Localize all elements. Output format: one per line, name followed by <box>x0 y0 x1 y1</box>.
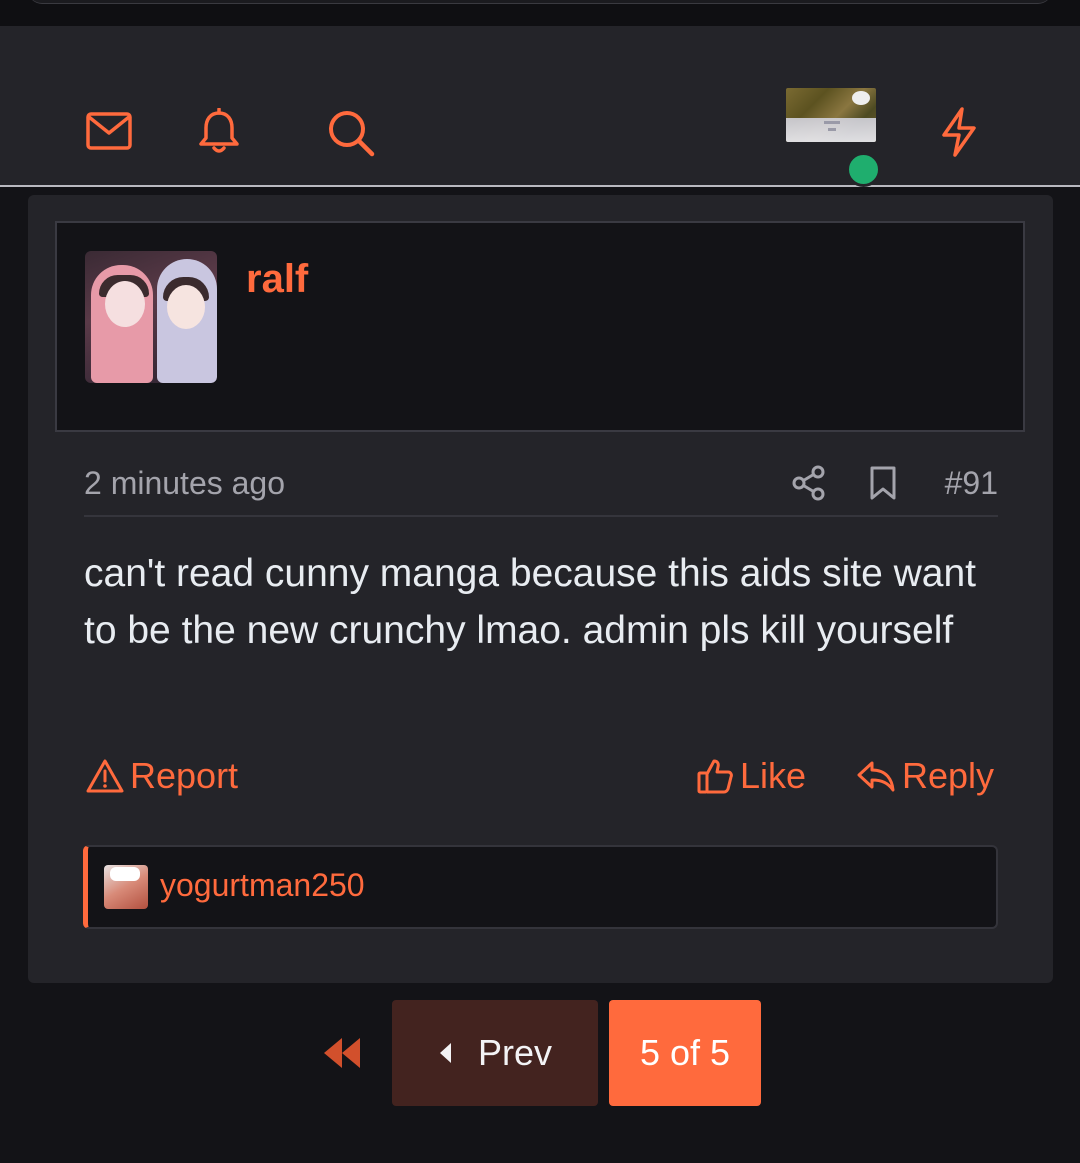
post-card: ralf 2 minutes ago #91 can't read cunny … <box>28 195 1053 983</box>
post-meta-row: 2 minutes ago #91 <box>84 461 998 517</box>
liker-avatar[interactable] <box>104 865 148 909</box>
header-user-avatar[interactable] <box>786 88 876 142</box>
share-icon[interactable] <box>792 465 826 501</box>
post-body: can't read cunny manga because this aids… <box>84 552 976 652</box>
top-strip <box>0 0 1080 26</box>
bookmark-icon[interactable] <box>868 465 898 501</box>
search-icon[interactable] <box>326 108 376 158</box>
online-status-badge <box>846 152 881 187</box>
reply-label: Reply <box>902 755 995 796</box>
bell-icon[interactable] <box>196 108 242 156</box>
post-actions: Report Like Reply <box>84 755 998 807</box>
page-indicator[interactable]: 5 of 5 <box>609 1000 761 1106</box>
liked-by-box: yogurtman250 <box>83 845 998 929</box>
author-avatar[interactable] <box>85 251 217 383</box>
prev-label: Prev <box>477 1032 553 1073</box>
thumbs-up-icon <box>697 759 733 794</box>
avatar-band <box>786 118 876 142</box>
avatar-detail <box>852 91 870 105</box>
prev-page-button[interactable]: Prev <box>392 1000 598 1106</box>
liker-name[interactable]: yogurtman250 <box>160 867 365 904</box>
caret-left-icon <box>439 1043 451 1063</box>
post-number-link[interactable]: #91 <box>945 465 998 502</box>
browser-chrome-edge <box>28 0 1052 4</box>
report-button[interactable]: Report <box>86 755 238 797</box>
author-name[interactable]: ralf <box>246 257 308 302</box>
first-page-button[interactable] <box>318 1030 370 1076</box>
pagination: Prev 5 of 5 <box>0 1000 1080 1106</box>
warning-icon <box>86 759 124 793</box>
like-label: Like <box>740 755 807 796</box>
bolt-icon[interactable] <box>938 106 980 158</box>
mail-icon[interactable] <box>86 112 132 152</box>
report-label: Report <box>130 755 239 796</box>
reply-icon <box>857 761 895 792</box>
double-chevron-left-icon <box>324 1038 360 1068</box>
reply-button[interactable]: Reply <box>856 755 994 797</box>
author-box: ralf <box>55 221 1025 432</box>
like-button[interactable]: Like <box>696 755 806 797</box>
top-navigation-bar <box>0 26 1080 187</box>
post-timestamp[interactable]: 2 minutes ago <box>84 465 285 502</box>
